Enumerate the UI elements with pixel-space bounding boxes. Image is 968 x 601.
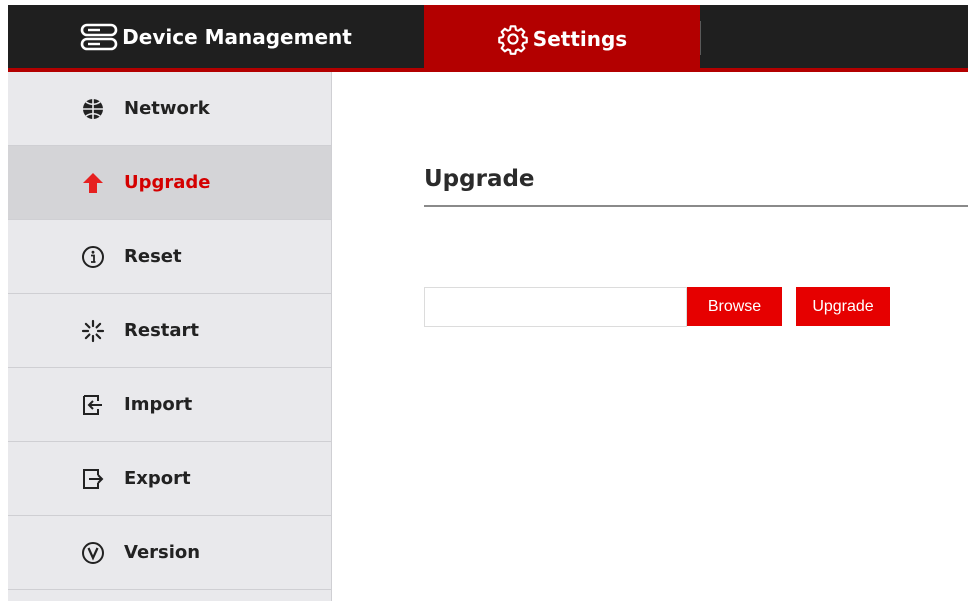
tab-divider — [700, 21, 701, 55]
gear-icon — [497, 23, 529, 55]
arrow-up-icon — [80, 170, 106, 196]
sidebar-item-network[interactable]: Network — [8, 72, 331, 146]
tab-device-management-label: Device Management — [122, 24, 352, 49]
export-icon — [80, 466, 106, 492]
page-title: Upgrade — [424, 166, 535, 192]
browse-button[interactable]: Browse — [687, 287, 782, 326]
sidebar-item-restart[interactable]: Restart — [8, 294, 331, 368]
upgrade-button[interactable]: Upgrade — [796, 287, 890, 326]
sidebar-item-reset[interactable]: Reset — [8, 220, 331, 294]
sidebar-item-import[interactable]: Import — [8, 368, 331, 442]
sidebar: Network Upgrade Reset Restart Import Exp… — [8, 72, 332, 601]
tab-settings-label: Settings — [532, 26, 628, 51]
title-divider — [424, 205, 968, 207]
sidebar-item-export[interactable]: Export — [8, 442, 331, 516]
sidebar-item-label: Restart — [124, 320, 200, 341]
info-icon — [80, 244, 106, 270]
sidebar-item-label: Import — [124, 394, 193, 415]
sidebar-item-upgrade[interactable]: Upgrade — [8, 146, 331, 220]
sidebar-item-version[interactable]: Version — [8, 516, 331, 590]
top-navigation-bar: Device Management Settings — [8, 5, 968, 72]
sidebar-item-label: Export — [124, 468, 191, 489]
import-icon — [80, 392, 106, 418]
loading-spinner-icon — [80, 318, 106, 344]
sidebar-item-label: Network — [124, 98, 210, 119]
tab-settings[interactable]: Settings — [424, 5, 700, 72]
sidebar-item-label: Version — [124, 542, 201, 563]
version-v-icon — [80, 540, 106, 566]
server-stack-icon — [80, 23, 118, 51]
sidebar-item-label: Reset — [124, 246, 182, 267]
sidebar-item-label: Upgrade — [124, 172, 211, 193]
tab-device-management[interactable]: Device Management — [8, 5, 424, 68]
globe-icon — [80, 96, 106, 122]
file-path-input[interactable] — [424, 287, 687, 327]
